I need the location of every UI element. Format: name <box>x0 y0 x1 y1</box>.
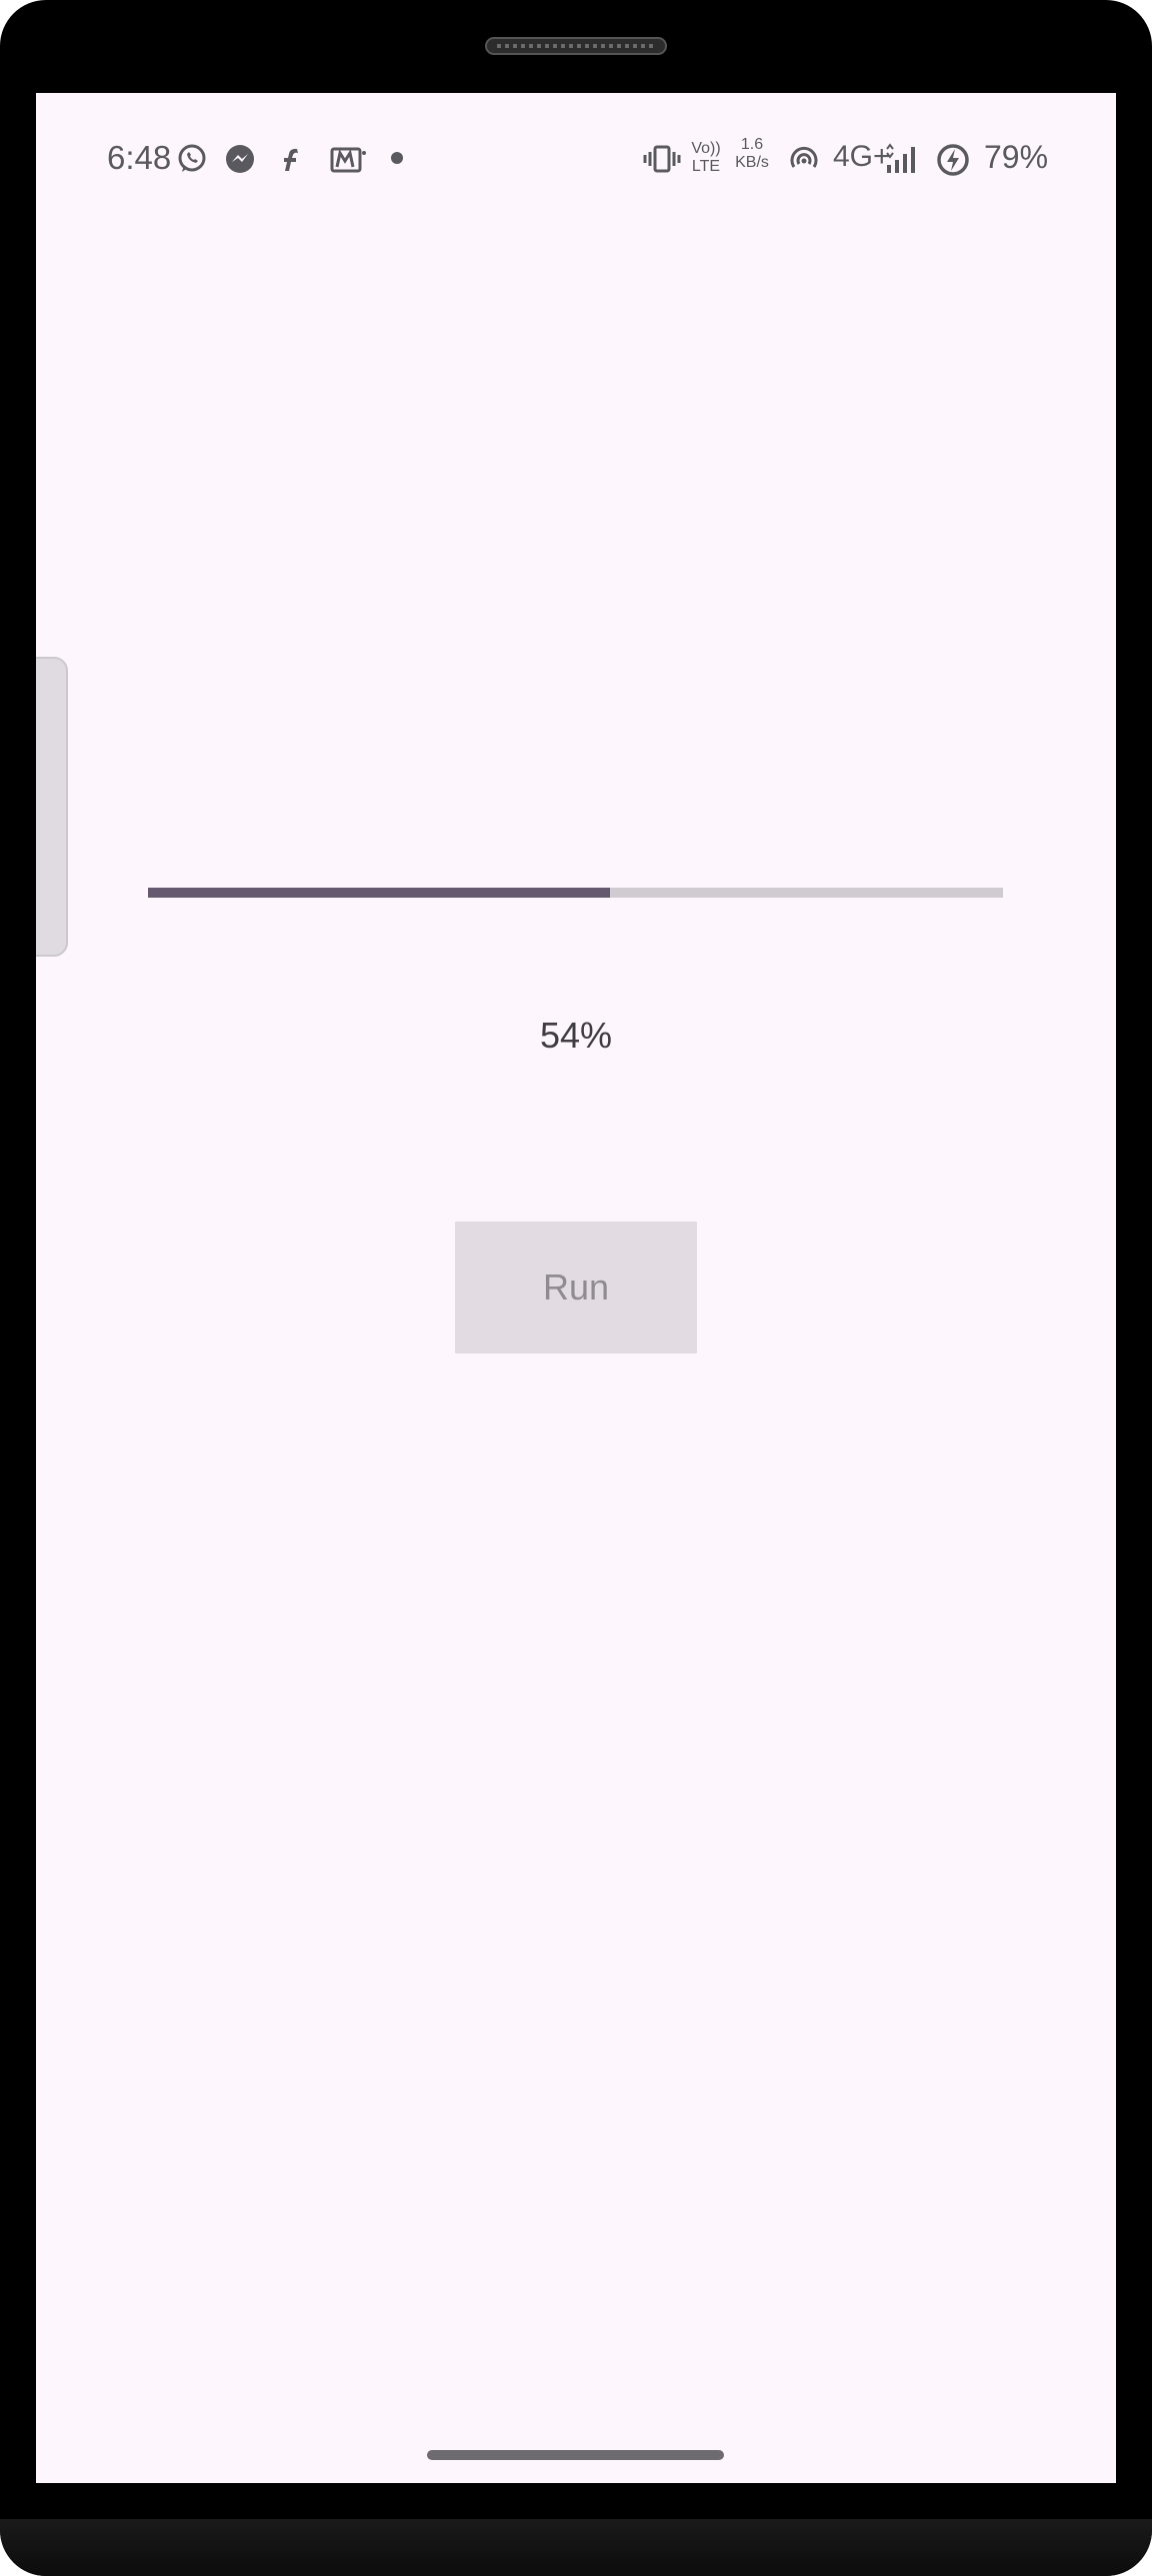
net-speed-value: 1.6 <box>740 136 764 153</box>
messenger-icon <box>226 145 254 173</box>
phone-frame: 6:48 Vo)) LTE 1.6 KB/s 4G+ 79% 54% Run <box>0 0 1152 2576</box>
earpiece-speaker <box>485 37 667 55</box>
volte-bottom-text: LTE <box>691 158 721 175</box>
progress-percent-label: 54% <box>539 1015 613 1056</box>
net-speed-unit: KB/s <box>735 154 769 171</box>
battery-charging-icon <box>937 144 969 176</box>
myjio-icon <box>330 147 366 173</box>
edge-panel-handle[interactable] <box>36 657 68 957</box>
progress-bar <box>148 888 1003 898</box>
home-indicator[interactable] <box>427 2450 724 2460</box>
net-speed: 1.6 KB/s <box>728 136 776 172</box>
screen: 6:48 Vo)) LTE 1.6 KB/s 4G+ 79% 54% Run <box>36 93 1116 2483</box>
flipkart-icon <box>284 148 298 171</box>
battery-percent: 79% <box>984 139 1049 175</box>
volte-top-text: Vo)) <box>691 140 721 157</box>
run-button[interactable]: Run <box>455 1222 697 1353</box>
status-bar: 6:48 Vo)) LTE 1.6 KB/s 4G+ 79% <box>36 93 1116 223</box>
volte-indicator: Vo)) LTE <box>688 140 724 176</box>
phone-chin <box>0 2519 1152 2576</box>
network-type: 4G+ <box>833 140 891 173</box>
hotspot-icon <box>790 146 818 168</box>
status-time: 6:48 <box>107 139 172 176</box>
progress-bar-fill <box>148 888 610 898</box>
whatsapp-icon <box>178 144 206 172</box>
signal-icon <box>886 143 915 173</box>
vibrate-icon <box>643 145 681 173</box>
dot-icon <box>391 152 403 164</box>
